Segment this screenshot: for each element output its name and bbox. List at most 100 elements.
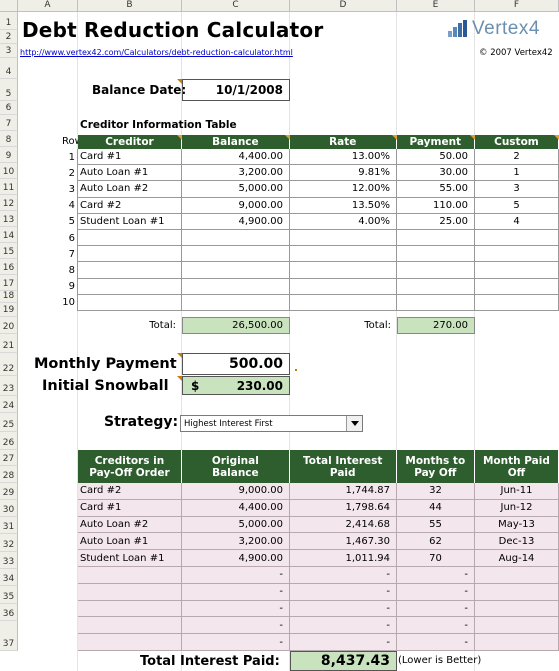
creditor-payment-cell[interactable]: 25.00 <box>397 213 475 230</box>
row-header[interactable]: 7 <box>0 115 18 131</box>
creditor-rate-cell[interactable]: 13.00% <box>290 149 397 166</box>
creditor-rate-cell[interactable] <box>290 294 397 311</box>
row-header[interactable]: 32 <box>0 534 18 552</box>
creditor-balance-cell[interactable]: 9,000.00 <box>182 197 290 214</box>
row-header[interactable]: 26 <box>0 432 18 450</box>
creditor-custom-cell[interactable] <box>475 246 559 263</box>
creditor-creditor-cell[interactable] <box>78 246 182 263</box>
creditor-rate-cell[interactable]: 12.00% <box>290 181 397 198</box>
row-header[interactable]: 37 <box>0 621 18 651</box>
row-header[interactable]: 27 <box>0 450 18 466</box>
creditor-creditor-cell[interactable] <box>78 278 182 295</box>
creditor-payment-cell[interactable] <box>397 230 475 247</box>
creditor-balance-cell[interactable]: 4,900.00 <box>182 213 290 230</box>
row-header[interactable]: 25 <box>0 413 18 432</box>
row-header[interactable]: 18 <box>0 291 18 303</box>
creditor-balance-cell[interactable]: 5,000.00 <box>182 181 290 198</box>
monthly-payment-input[interactable]: 500.00 <box>182 353 290 375</box>
creditor-custom-cell[interactable]: 3 <box>475 181 559 198</box>
creditor-creditor-cell[interactable]: Card #1 <box>78 149 182 166</box>
creditor-payment-cell[interactable] <box>397 262 475 279</box>
creditor-balance-cell[interactable] <box>182 246 290 263</box>
creditor-balance-cell[interactable]: 4,400.00 <box>182 149 290 166</box>
row-header[interactable]: 17 <box>0 275 18 291</box>
creditor-rate-cell[interactable]: 4.00% <box>290 213 397 230</box>
creditor-custom-cell[interactable] <box>475 262 559 279</box>
creditor-custom-cell[interactable] <box>475 278 559 295</box>
column-header-e[interactable]: E <box>397 0 475 12</box>
creditor-creditor-cell[interactable] <box>78 262 182 279</box>
creditor-payment-cell[interactable] <box>397 278 475 295</box>
creditor-creditor-cell[interactable]: Card #2 <box>78 197 182 214</box>
creditor-payment-cell[interactable]: 50.00 <box>397 149 475 166</box>
column-header-f[interactable]: F <box>475 0 559 12</box>
row-header[interactable]: 15 <box>0 243 18 259</box>
creditor-balance-cell[interactable] <box>182 262 290 279</box>
creditor-rate-cell[interactable] <box>290 230 397 247</box>
creditor-rate-cell[interactable] <box>290 246 397 263</box>
creditor-payment-cell[interactable]: 30.00 <box>397 165 475 182</box>
creditor-payment-cell[interactable] <box>397 294 475 311</box>
creditor-balance-cell[interactable] <box>182 230 290 247</box>
row-header[interactable]: 29 <box>0 483 18 500</box>
row-header[interactable]: 11 <box>0 179 18 195</box>
row-header[interactable]: 34 <box>0 569 18 586</box>
row-header[interactable]: 30 <box>0 500 18 517</box>
column-header-d[interactable]: D <box>290 0 397 12</box>
creditor-balance-cell[interactable] <box>182 294 290 311</box>
source-link[interactable]: http://www.vertex42.com/Calculators/debt… <box>20 48 293 57</box>
row-header[interactable]: 28 <box>0 466 18 483</box>
creditor-payment-cell[interactable] <box>397 246 475 263</box>
creditor-rate-cell[interactable] <box>290 278 397 295</box>
dropdown-arrow-button[interactable] <box>346 416 362 431</box>
creditor-creditor-cell[interactable] <box>78 230 182 247</box>
row-header[interactable]: 12 <box>0 195 18 211</box>
row-header[interactable]: 35 <box>0 586 18 604</box>
row-header[interactable]: 9 <box>0 147 18 163</box>
creditor-rate-cell[interactable] <box>290 262 397 279</box>
creditor-rate-cell[interactable]: 9.81% <box>290 165 397 182</box>
row-header[interactable]: 10 <box>0 163 18 179</box>
creditor-creditor-cell[interactable] <box>78 294 182 311</box>
row-header[interactable]: 4 <box>0 58 18 79</box>
strategy-dropdown[interactable]: Highest Interest First <box>180 415 363 432</box>
creditor-custom-cell[interactable] <box>475 294 559 311</box>
creditor-balance-cell[interactable]: 3,200.00 <box>182 165 290 182</box>
creditor-custom-cell[interactable]: 5 <box>475 197 559 214</box>
creditor-rate-cell[interactable]: 13.50% <box>290 197 397 214</box>
creditor-custom-cell[interactable] <box>475 230 559 247</box>
row-header[interactable]: 36 <box>0 604 18 621</box>
header-balance: Balance <box>181 135 290 149</box>
creditor-creditor-cell[interactable]: Auto Loan #1 <box>78 165 182 182</box>
row-header[interactable]: 2 <box>0 30 18 44</box>
row-header[interactable]: 1 <box>0 12 18 30</box>
creditor-custom-cell[interactable]: 2 <box>475 149 559 166</box>
row-header[interactable]: 19 <box>0 303 18 317</box>
row-header[interactable]: 13 <box>0 211 18 227</box>
row-header[interactable]: 8 <box>0 131 18 147</box>
creditor-custom-cell[interactable]: 1 <box>475 165 559 182</box>
row-header[interactable]: 33 <box>0 552 18 569</box>
column-header-a[interactable]: A <box>18 0 78 12</box>
creditor-custom-cell[interactable]: 4 <box>475 213 559 230</box>
creditor-payment-cell[interactable]: 55.00 <box>397 181 475 198</box>
row-header[interactable]: 23 <box>0 376 18 396</box>
select-all-corner[interactable] <box>0 0 18 12</box>
creditor-creditor-cell[interactable]: Auto Loan #2 <box>78 181 182 198</box>
row-header[interactable]: 24 <box>0 396 18 413</box>
row-header[interactable]: 20 <box>0 317 18 334</box>
creditor-balance-cell[interactable] <box>182 278 290 295</box>
row-header[interactable]: 6 <box>0 101 18 115</box>
column-header-c[interactable]: C <box>182 0 290 12</box>
row-header[interactable]: 22 <box>0 353 18 376</box>
creditor-creditor-cell[interactable]: Student Loan #1 <box>78 213 182 230</box>
row-header[interactable]: 31 <box>0 517 18 534</box>
row-header[interactable]: 5 <box>0 79 18 101</box>
row-header[interactable]: 16 <box>0 259 18 275</box>
row-header[interactable]: 21 <box>0 334 18 353</box>
column-header-b[interactable]: B <box>78 0 182 12</box>
balance-date-input[interactable]: 10/1/2008 <box>182 79 290 101</box>
row-header[interactable]: 3 <box>0 44 18 58</box>
creditor-payment-cell[interactable]: 110.00 <box>397 197 475 214</box>
row-header[interactable]: 14 <box>0 227 18 243</box>
